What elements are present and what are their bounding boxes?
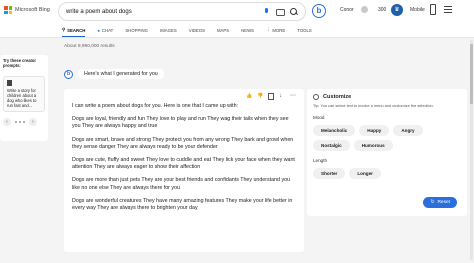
customize-title: Customize	[323, 94, 352, 100]
poem-stanza: Dogs are cute, fluffy and sweet They lov…	[72, 157, 295, 171]
microsoft-logo-icon	[4, 6, 12, 14]
more-dots-icon: ⋮	[266, 27, 271, 32]
mood-angry-button[interactable]: Angry	[393, 125, 423, 136]
user-name[interactable]: Conor	[340, 7, 354, 13]
mood-label: Mood	[313, 115, 325, 120]
length-shorter-button[interactable]: Shorter	[313, 168, 346, 179]
reset-label: Reset	[437, 200, 450, 205]
thumbs-up-icon[interactable]	[246, 93, 252, 99]
brand-name: Microsoft Bing	[15, 7, 50, 13]
bing-logo[interactable]: Microsoft Bing	[4, 6, 50, 14]
phone-icon[interactable]	[430, 4, 436, 15]
poem-stanza: Dogs are smart, brave and strong They pr…	[72, 136, 294, 150]
rewards-icon[interactable]: ♛	[391, 4, 403, 16]
length-label: Length	[313, 158, 328, 163]
export-icon[interactable]	[279, 93, 285, 99]
tab-search[interactable]: ⚲ SEARCH	[62, 27, 86, 37]
search-icon[interactable]	[290, 7, 298, 16]
mood-humorous-button[interactable]: Humorous	[353, 140, 393, 151]
reset-icon: ↻	[430, 200, 435, 205]
thumbs-down-icon[interactable]	[257, 93, 263, 99]
tab-tools[interactable]: TOOLS	[297, 27, 312, 33]
bing-chat-icon[interactable]: b	[312, 4, 326, 18]
creator-prompts-panel: Try these creator prompts: Write a story…	[0, 55, 48, 141]
customize-tip: Tip: You can select text to invoke a men…	[313, 103, 434, 108]
mobile-label[interactable]: Mobile	[410, 7, 425, 13]
search-box[interactable]: write a poem about dogs	[58, 2, 306, 21]
length-options: Shorter Longer	[313, 168, 461, 179]
carousel-dots	[15, 121, 25, 123]
gear-icon	[313, 94, 319, 100]
mood-nostalgic-button[interactable]: Nostalgic	[313, 140, 350, 151]
chat-intro-row: b Here's what I generated for you	[64, 69, 164, 79]
hamburger-menu-icon[interactable]	[444, 6, 452, 13]
rewards-points[interactable]: 300	[378, 7, 386, 13]
scrollbar-thumb[interactable]	[470, 44, 473, 104]
prompt-card[interactable]: Write a story for children about a dog w…	[3, 76, 45, 112]
generated-poem-card: I can write a poem about dogs for you. H…	[64, 89, 304, 252]
tab-maps[interactable]: MAPS	[217, 27, 229, 33]
search-icon: ⚲	[62, 27, 66, 32]
chat-icon: ●	[97, 27, 100, 33]
prompt-card-text: Write a story for children about a dog w…	[7, 88, 37, 108]
search-input[interactable]: write a poem about dogs	[66, 9, 262, 15]
top-header: Microsoft Bing write a poem about dogs b…	[0, 0, 474, 38]
poem-stanza: Dogs are loyal, friendly and fun They lo…	[72, 116, 289, 130]
customize-panel: Customize Tip: You can select text to in…	[307, 89, 467, 216]
tab-more[interactable]: ⋮ MORE	[266, 27, 285, 33]
document-icon	[7, 80, 12, 86]
mood-melancholic-button[interactable]: Melancholic	[313, 125, 356, 136]
avatar[interactable]	[361, 6, 368, 13]
suggest-title: Try these creator prompts:	[3, 58, 36, 68]
prev-arrow-icon[interactable]: ‹	[3, 118, 11, 126]
mood-options: Melancholic Happy Angry Nostalgic Humoro…	[313, 125, 461, 151]
tab-videos[interactable]: VIDEOS	[189, 27, 205, 33]
bing-chat-avatar-icon: b	[64, 69, 73, 79]
result-count: About 9,990,000 results	[64, 44, 115, 49]
visual-search-icon[interactable]	[276, 8, 285, 16]
poem-lead: I can write a poem about dogs for you. H…	[72, 103, 239, 109]
tab-news[interactable]: NEWS	[241, 27, 254, 33]
poem-stanza: Dogs are wonderful creatures They have m…	[72, 197, 293, 212]
chat-intro-bubble: Here's what I generated for you	[78, 69, 164, 79]
more-options-icon[interactable]	[290, 93, 296, 99]
poem-stanza: Dogs are more than just pets They are yo…	[72, 177, 290, 191]
microphone-icon[interactable]	[262, 7, 270, 16]
reset-button[interactable]: ↻ Reset	[423, 197, 457, 208]
mood-happy-button[interactable]: Happy	[359, 125, 390, 136]
next-arrow-icon[interactable]: ›	[29, 118, 37, 126]
response-toolbar	[246, 93, 296, 100]
tab-shopping[interactable]: SHOPPING	[125, 27, 148, 33]
length-longer-button[interactable]: Longer	[349, 168, 381, 179]
search-tabs: ⚲ SEARCH ● CHAT SHOPPING IMAGES VIDEOS MAP…	[62, 27, 312, 37]
copy-icon[interactable]	[268, 93, 274, 100]
tab-chat[interactable]: ● CHAT	[97, 27, 113, 33]
tab-images[interactable]: IMAGES	[160, 27, 177, 33]
